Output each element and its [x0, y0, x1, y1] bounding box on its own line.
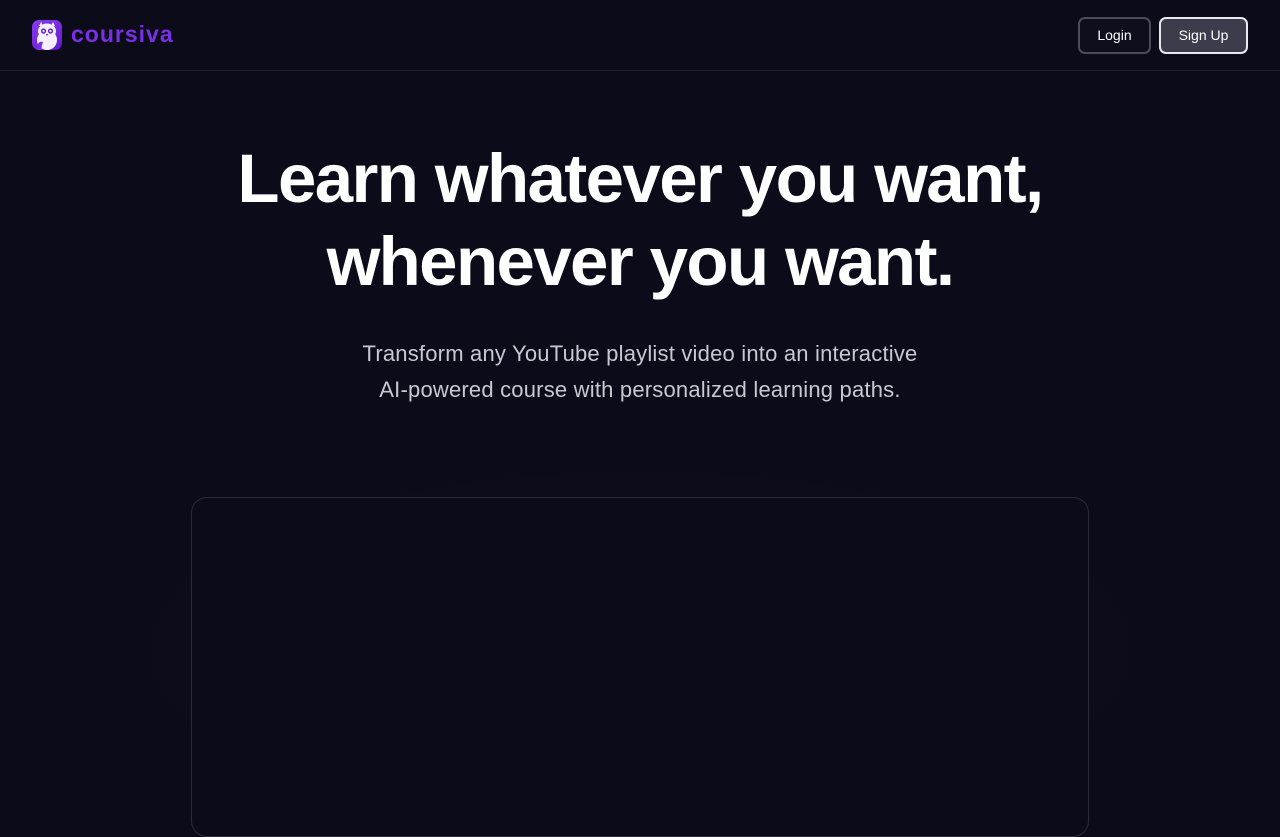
login-button[interactable]: Login [1078, 16, 1151, 54]
hero-section: Learn whatever you want, whenever you wa… [0, 71, 1280, 408]
auth-buttons: Login Sign Up [1078, 16, 1248, 54]
top-navigation-bar: coursiva Login Sign Up [0, 0, 1280, 71]
brand-name: coursiva [71, 20, 174, 47]
brand-logo-link[interactable]: coursiva [32, 20, 174, 50]
preview-card [191, 497, 1089, 837]
owl-logo-icon [32, 20, 62, 50]
hero-title: Learn whatever you want, whenever you wa… [237, 140, 1044, 300]
hero-subtitle: Transform any YouTube playlist video int… [362, 341, 918, 402]
signup-button[interactable]: Sign Up [1159, 16, 1248, 54]
